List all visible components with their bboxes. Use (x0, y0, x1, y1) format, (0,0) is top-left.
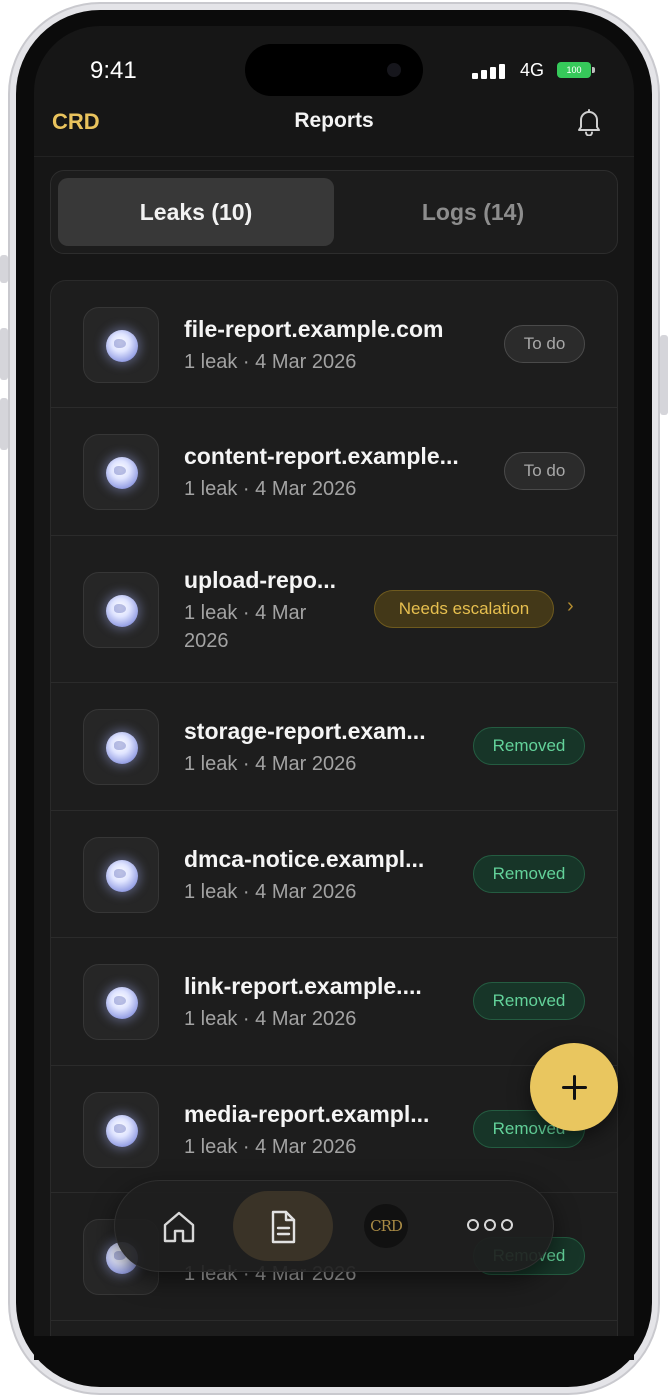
chevron-right-icon[interactable]: › (567, 595, 574, 618)
report-title: media-report.exampl... (184, 1101, 430, 1127)
report-meta: 1 leak · 4 Mar 2026 (184, 478, 357, 500)
globe-icon (106, 987, 138, 1019)
site-icon-box (83, 434, 159, 510)
list-item[interactable]: dmca-notice.exampl... 1 leak · 4 Mar 202… (51, 811, 617, 938)
status-badge: To do (504, 452, 585, 490)
signal-icon (472, 64, 508, 79)
battery-icon: 100 (557, 62, 595, 78)
list-item[interactable]: link-report.example.... 1 leak · 4 Mar 2… (51, 938, 617, 1066)
camera-icon (387, 63, 401, 77)
home-icon (163, 1211, 195, 1243)
report-title: file-report.example.com (184, 316, 444, 342)
globe-icon (106, 1115, 138, 1147)
header-divider (34, 156, 634, 157)
page-title: Reports (294, 109, 374, 132)
tab-more[interactable] (441, 1191, 541, 1261)
action-button (0, 255, 8, 283)
list-item[interactable]: content-report.example... 1 leak · 4 Mar… (51, 408, 617, 536)
report-meta: 1 leak · 4 Mar 2026 (184, 753, 357, 775)
report-meta: 1 leak · 4 Mar 2026 (184, 602, 307, 652)
crd-logo: CRD (364, 1204, 408, 1248)
report-meta: 1 leak · 4 Mar 2026 (184, 1008, 357, 1030)
site-icon-box (83, 572, 159, 648)
segmented-control: Leaks (10) Logs (14) (50, 170, 618, 254)
tab-reports[interactable] (233, 1191, 333, 1261)
dynamic-island (245, 44, 423, 96)
status-badge: Removed (473, 982, 585, 1020)
status-badge: Needs escalation (374, 590, 554, 628)
globe-icon (106, 860, 138, 892)
site-icon-box (83, 964, 159, 1040)
bottom-tab-bar: CRD (114, 1180, 554, 1272)
network-label: 4G (520, 60, 545, 80)
status-badge: To do (504, 325, 585, 363)
tab-logs[interactable]: Logs (14) (335, 178, 611, 246)
report-meta: 1 leak · 4 Mar 2026 (184, 351, 357, 373)
report-meta: 1 leak · 4 Mar 2026 (184, 881, 357, 903)
site-icon-box (83, 1092, 159, 1168)
status-time: 9:41 (90, 57, 137, 84)
globe-icon (106, 457, 138, 489)
tab-crd[interactable]: CRD (337, 1191, 437, 1261)
document-icon (271, 1210, 296, 1244)
status-badge: Removed (473, 855, 585, 893)
tab-leaks[interactable]: Leaks (10) (58, 178, 334, 246)
report-meta: 1 leak · 4 Mar 2026 (184, 1136, 357, 1158)
more-icon (467, 1219, 515, 1233)
app-screen: 9:41 4G 100 CRD Reports Leaks (10) Logs … (34, 26, 634, 1336)
site-icon-box (83, 307, 159, 383)
report-title: content-report.example... (184, 443, 459, 469)
site-icon-box (83, 709, 159, 785)
add-report-button[interactable] (530, 1043, 618, 1131)
list-item[interactable]: storage-report.exam... 1 leak · 4 Mar 20… (51, 683, 617, 811)
volume-up-button (0, 328, 8, 380)
screen-bottom-edge (34, 1336, 634, 1360)
globe-icon (106, 330, 138, 362)
report-title: upload-repo... (184, 567, 337, 593)
power-button (660, 335, 668, 415)
volume-down-button (0, 398, 8, 450)
tab-home[interactable] (129, 1191, 229, 1261)
report-title: storage-report.exam... (184, 718, 426, 744)
globe-icon (106, 732, 138, 764)
list-item[interactable]: file-report.example.com 1 leak · 4 Mar 2… (51, 281, 617, 408)
globe-icon (106, 595, 138, 627)
report-title: dmca-notice.exampl... (184, 846, 425, 872)
status-badge: Removed (473, 727, 585, 765)
bell-icon[interactable] (576, 108, 602, 137)
report-list: file-report.example.com 1 leak · 4 Mar 2… (50, 280, 618, 1336)
list-item[interactable]: upload-repo... 1 leak · 4 Mar 2026 Needs… (51, 536, 617, 683)
site-icon-box (83, 837, 159, 913)
report-title: link-report.example.... (184, 973, 422, 999)
